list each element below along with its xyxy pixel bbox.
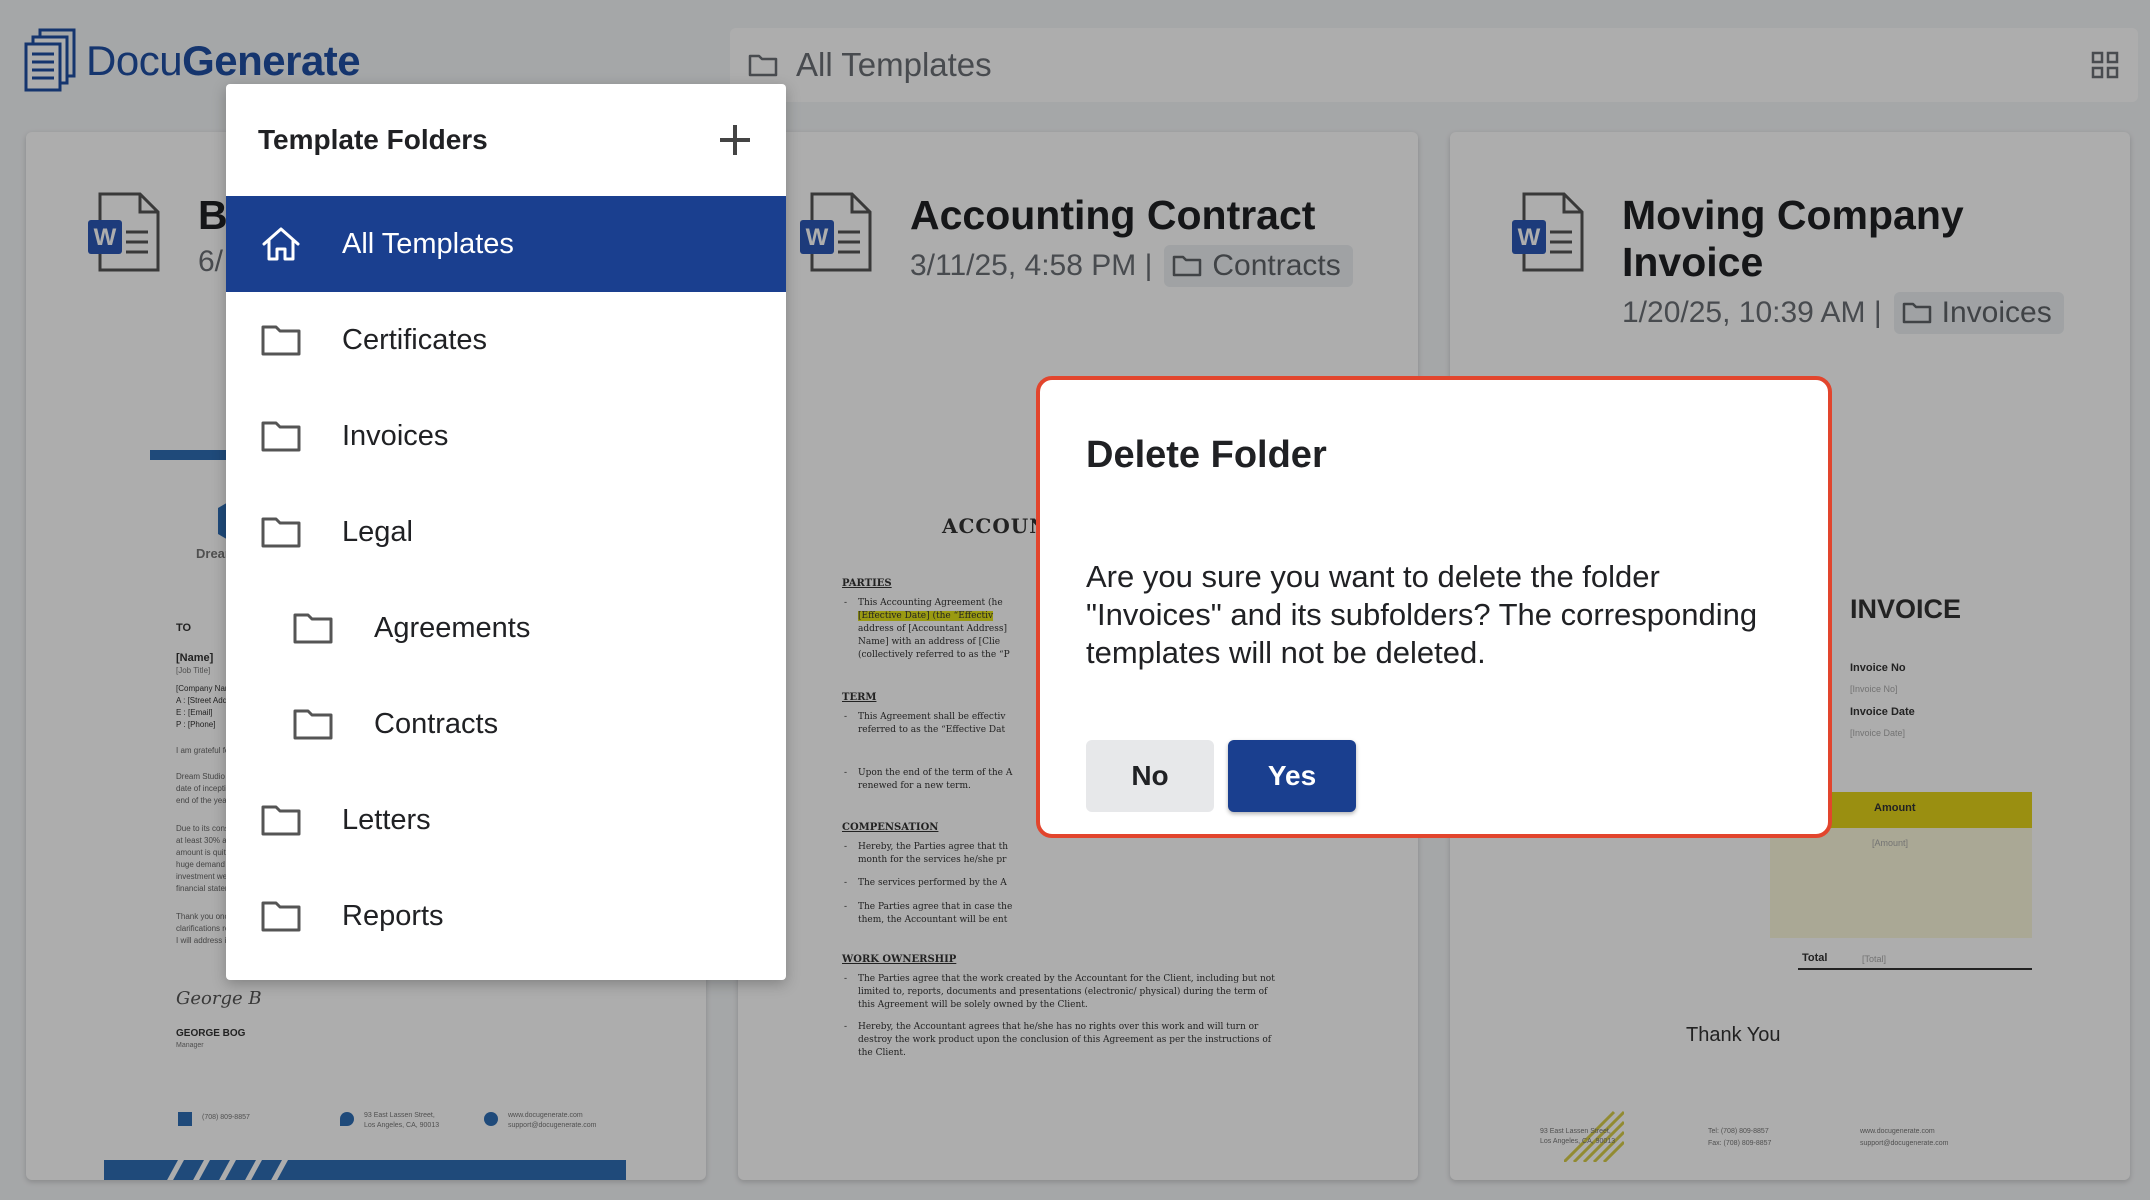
folder-item-label: Invoices: [342, 419, 449, 452]
folder-icon: [293, 709, 333, 740]
folder-item-reports[interactable]: Reports: [226, 868, 786, 964]
folder-item-letters[interactable]: Letters: [226, 772, 786, 868]
folder-item-label: Contracts: [374, 707, 499, 740]
folder-item-certificates[interactable]: Certificates: [226, 292, 786, 388]
home-icon: [262, 227, 300, 261]
folder-icon: [261, 325, 301, 356]
folder-item-agreements[interactable]: Agreements: [226, 580, 786, 676]
yes-button[interactable]: Yes: [1228, 740, 1356, 812]
add-folder-button[interactable]: [716, 121, 754, 159]
folder-item-contracts[interactable]: Contracts: [226, 676, 786, 772]
folder-icon: [261, 805, 301, 836]
folder-item-label: All Templates: [342, 227, 514, 260]
folder-item-label: Legal: [342, 515, 413, 548]
delete-folder-dialog: Delete Folder Are you sure you want to d…: [1036, 376, 1832, 838]
panel-title: Template Folders: [258, 124, 488, 155]
folder-item-all-templates[interactable]: All Templates: [226, 196, 786, 292]
dialog-title: Delete Folder: [1086, 434, 1327, 476]
template-folders-menu: Template Folders All Templates Certifica…: [226, 84, 786, 980]
folder-icon: [261, 517, 301, 548]
folder-item-label: Certificates: [342, 323, 488, 356]
folder-item-label: Reports: [342, 899, 444, 932]
folder-item-legal[interactable]: Legal: [226, 484, 786, 580]
folder-icon: [293, 613, 333, 644]
folder-item-label: Letters: [342, 803, 431, 836]
no-button[interactable]: No: [1086, 740, 1214, 812]
dialog-message: Are you sure you want to delete the fold…: [1086, 559, 1758, 670]
folder-icon: [261, 421, 301, 452]
folder-icon: [261, 901, 301, 932]
folder-item-label: Agreements: [374, 611, 531, 644]
folder-item-invoices[interactable]: Invoices: [226, 388, 786, 484]
